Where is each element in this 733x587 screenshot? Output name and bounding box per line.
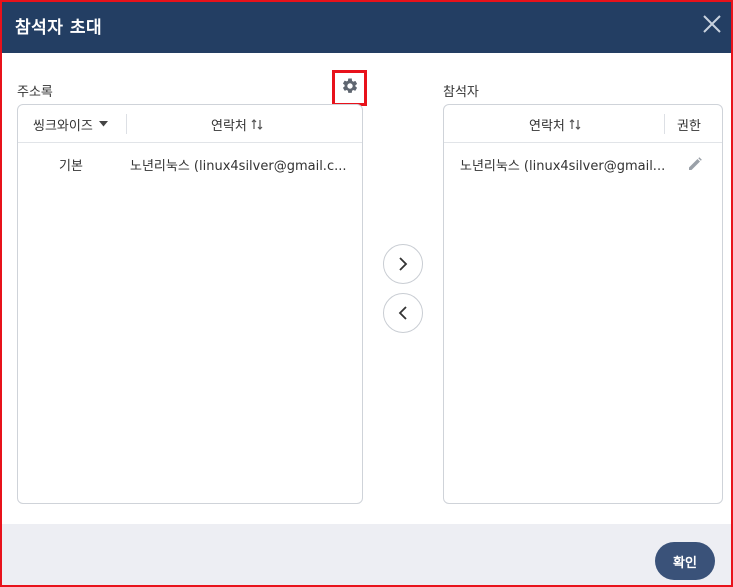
- dialog-title-bar: 참석자 초대: [2, 2, 731, 53]
- address-book-header: 씽크와이즈 연락처: [18, 105, 362, 143]
- sync-wise-column-label: 씽크와이즈: [33, 118, 93, 134]
- attendee-row[interactable]: 노년리눅스 (linux4silver@gmail...: [444, 146, 722, 182]
- dialog-title: 참석자 초대: [15, 18, 103, 38]
- attendee-contact-sort-header[interactable]: 연락처: [529, 105, 581, 143]
- permission-column-label: 권한: [677, 118, 701, 134]
- group-cell: 기본: [59, 158, 83, 174]
- attendees-label: 참석자: [443, 85, 479, 100]
- sync-wise-filter-dropdown[interactable]: 씽크와이즈: [33, 105, 108, 143]
- add-attendee-button[interactable]: [383, 244, 423, 284]
- pencil-icon[interactable]: [688, 146, 702, 182]
- attendees-panel: 연락처 권한 노년리눅스 (linux4silver@gmail...: [443, 104, 723, 504]
- contact-sort-header[interactable]: 연락처: [211, 105, 263, 143]
- close-icon[interactable]: [701, 13, 723, 35]
- invite-attendees-dialog: 참석자 초대 주소록 씽크와이즈 연락처 기본 노년리눅스 (linux4sil…: [0, 0, 733, 587]
- remove-attendee-button[interactable]: [383, 293, 423, 333]
- address-book-settings-button[interactable]: [332, 70, 367, 106]
- contact-column-label: 연락처: [211, 118, 247, 134]
- dialog-footer: [2, 524, 731, 585]
- caret-down-icon: [98, 121, 108, 127]
- attendees-header: 연락처 권한: [444, 105, 722, 143]
- column-divider: [664, 114, 665, 134]
- address-book-label: 주소록: [17, 85, 53, 100]
- sort-icon: [569, 118, 581, 131]
- attendee-contact-cell: 노년리눅스 (linux4silver@gmail...: [460, 158, 666, 174]
- confirm-button[interactable]: 확인: [655, 542, 715, 580]
- address-book-row[interactable]: 기본 노년리눅스 (linux4silver@gmail.c...: [18, 146, 362, 182]
- chevron-left-icon: [398, 306, 408, 320]
- address-book-panel: 씽크와이즈 연락처 기본 노년리눅스 (linux4silver@gmail.c…: [17, 104, 363, 504]
- attendee-contact-column-label: 연락처: [529, 118, 565, 134]
- gear-icon: [341, 77, 359, 99]
- column-divider: [126, 114, 127, 134]
- sort-icon: [251, 118, 263, 131]
- chevron-right-icon: [398, 257, 408, 271]
- contact-cell: 노년리눅스 (linux4silver@gmail.c...: [130, 158, 347, 174]
